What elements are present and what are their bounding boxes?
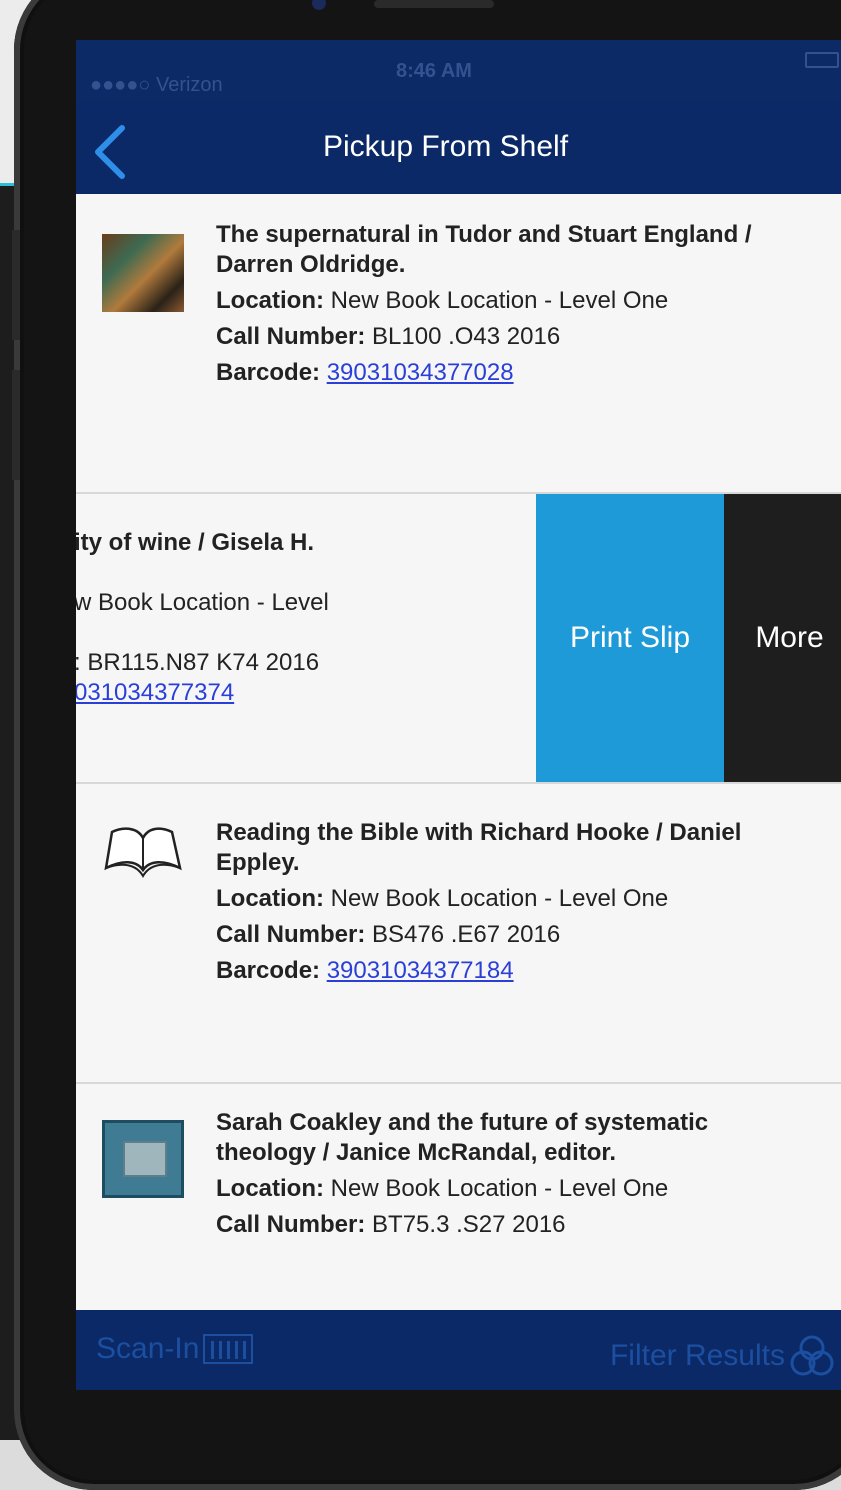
battery-icon (805, 52, 839, 68)
open-book-icon (102, 814, 184, 892)
item-details: Reading the Bible with Richard Hooke / D… (216, 818, 795, 986)
barcode-label: Barcode: (216, 957, 321, 984)
phone-frame: ●●●●○ Verizon 8:46 AM Pickup From Shelf … (12, 0, 841, 1490)
item-details: ity of wine / Gisela H. w Book Location … (76, 494, 546, 782)
call-number-value: BS476 .E67 2016 (372, 921, 561, 948)
list-item-swiped[interactable]: ity of wine / Gisela H. w Book Location … (76, 494, 841, 784)
location-value: w Book Location - Level (76, 589, 329, 616)
app-screen: ●●●●○ Verizon 8:46 AM Pickup From Shelf … (76, 40, 841, 1390)
list-item[interactable]: The supernatural in Tudor and Stuart Eng… (76, 194, 841, 494)
list-item[interactable]: Reading the Bible with Richard Hooke / D… (76, 784, 841, 1084)
scan-in-label: Scan-In (96, 1332, 200, 1365)
more-button[interactable]: More (724, 494, 841, 782)
front-camera (312, 0, 326, 10)
item-barcode: Barcode: 39031034377028 (216, 358, 795, 388)
item-call-number: Call Number: BT75.3 .S27 2016 (216, 1210, 795, 1240)
earpiece-speaker (374, 0, 494, 8)
barcode-link[interactable]: 39031034377028 (327, 359, 514, 386)
location-label: Location: (216, 1175, 324, 1202)
book-cover-thumbnail (102, 234, 184, 312)
item-title: ity of wine / Gisela H. (76, 529, 315, 556)
item-location: Location: New Book Location - Level One (216, 1174, 795, 1204)
volume-button (12, 230, 20, 340)
filter-icon (790, 1335, 834, 1376)
call-number-value: BT75.3 .S27 2016 (372, 1211, 566, 1238)
item-details: Sarah Coakley and the future of systemat… (216, 1108, 795, 1240)
carrier-label: ●●●●○ Verizon (90, 74, 223, 96)
barcode-label: Barcode: (216, 359, 321, 386)
location-value: New Book Location - Level One (330, 1175, 669, 1202)
call-number-value: : BR115.N87 K74 2016 (76, 649, 320, 676)
location-value: New Book Location - Level One (330, 885, 669, 912)
item-call-number: Call Number: BS476 .E67 2016 (216, 920, 795, 950)
location-label: Location: (216, 885, 324, 912)
filter-results-button[interactable]: Filter Results (610, 1334, 835, 1378)
item-call-number: Call Number: BL100 .O43 2016 (216, 322, 795, 352)
print-slip-button[interactable]: Print Slip (536, 494, 724, 782)
item-location: Location: New Book Location - Level One (216, 884, 795, 914)
item-title: Reading the Bible with Richard Hooke / D… (216, 819, 742, 876)
bottom-toolbar: Scan-In Filter Results (76, 1310, 841, 1390)
status-bar: ●●●●○ Verizon 8:46 AM (76, 40, 841, 102)
call-number-value: BL100 .O43 2016 (372, 323, 561, 350)
item-location: Location: New Book Location - Level One (216, 286, 795, 316)
item-details: The supernatural in Tudor and Stuart Eng… (216, 220, 795, 388)
book-cover-thumbnail (102, 1120, 184, 1198)
volume-button (12, 370, 20, 480)
location-value: New Book Location - Level One (330, 287, 669, 314)
filter-results-label: Filter Results (609, 1339, 785, 1372)
item-title: The supernatural in Tudor and Stuart Eng… (216, 221, 752, 278)
scan-in-button[interactable]: Scan-In (96, 1332, 254, 1366)
navigation-bar: Pickup From Shelf (76, 102, 841, 194)
item-title: Sarah Coakley and the future of systemat… (216, 1109, 709, 1166)
barcode-link[interactable]: 031034377374 (76, 679, 234, 706)
item-barcode: Barcode: 39031034377184 (216, 956, 795, 986)
location-label: Location: (216, 287, 324, 314)
barcode-scan-icon (203, 1334, 254, 1364)
status-time: 8:46 AM (396, 60, 472, 82)
call-number-label: Call Number: (216, 1211, 366, 1238)
page-title: Pickup From Shelf (322, 130, 569, 163)
call-number-label: Call Number: (216, 921, 366, 948)
call-number-label: Call Number: (216, 323, 366, 350)
barcode-link[interactable]: 39031034377184 (327, 957, 514, 984)
